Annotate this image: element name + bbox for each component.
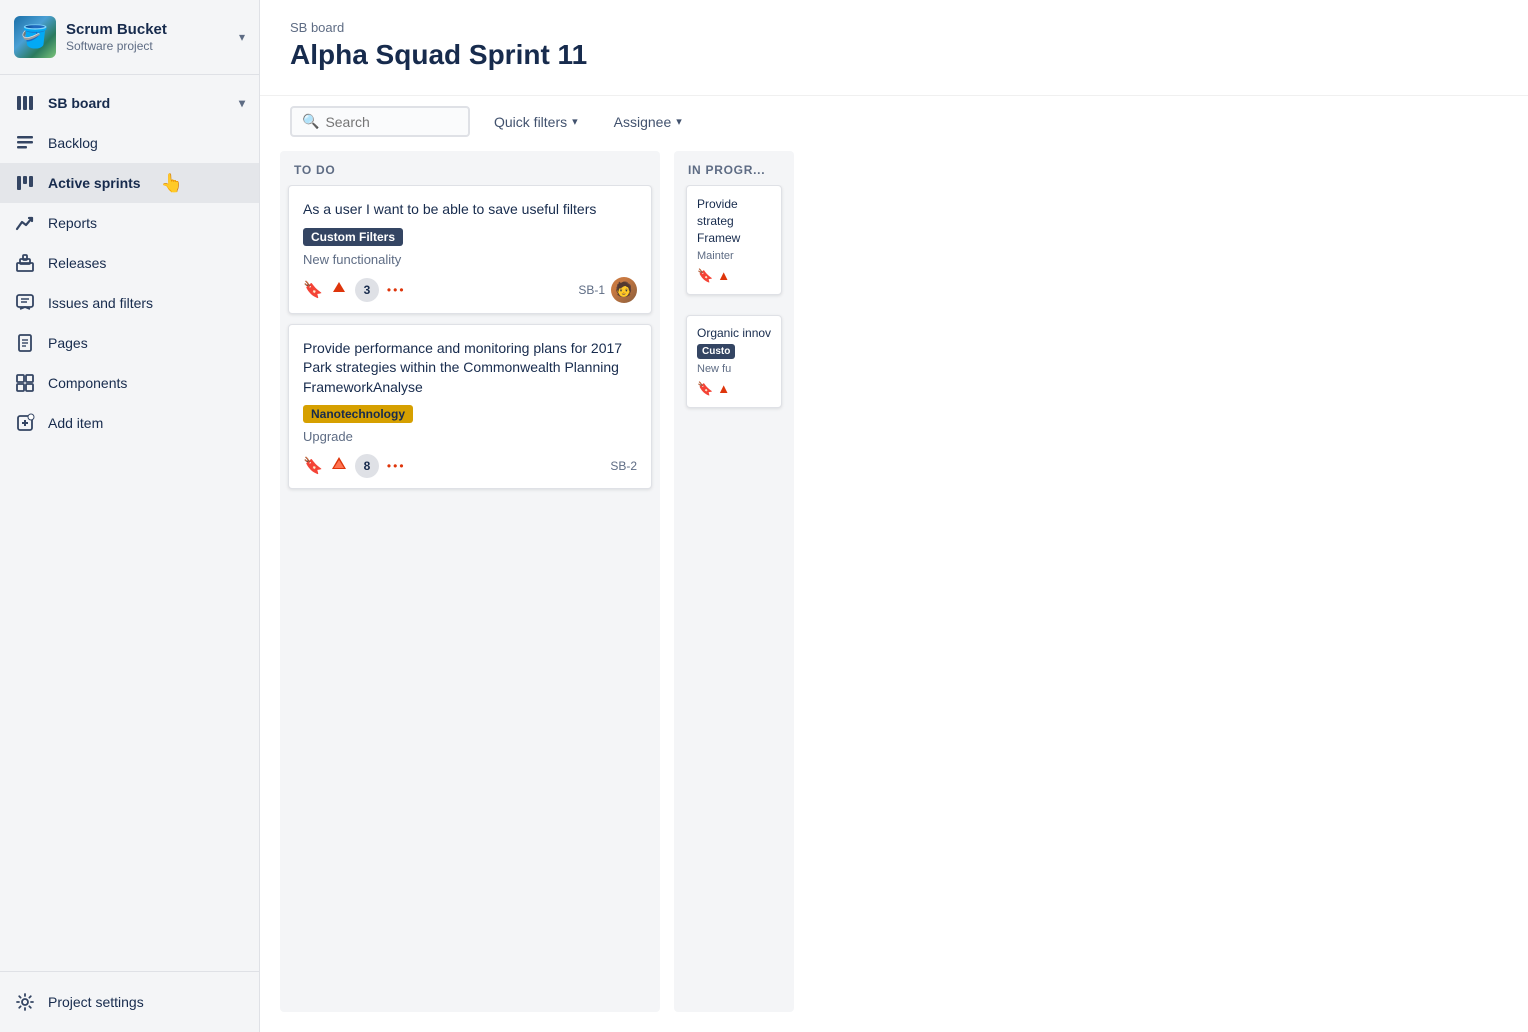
backlog-icon (14, 132, 36, 154)
priority-critical-icon (331, 456, 347, 477)
partial-card-text-2: Organic innovat (697, 326, 771, 340)
gear-icon (14, 991, 36, 1013)
board-area: TO DO As a user I want to be able to sav… (260, 151, 1528, 1032)
card-type: Upgrade (303, 429, 637, 444)
todo-column-cards: As a user I want to be able to save usef… (280, 185, 660, 1012)
sidebar-item-add-item[interactable]: Add item (0, 403, 259, 443)
search-input[interactable] (325, 114, 458, 130)
sidebar-item-label: Components (48, 375, 127, 391)
sidebar-item-label: Reports (48, 215, 97, 231)
partial-card-text: Provide strateg Framew (697, 196, 771, 246)
sidebar-item-label: Backlog (48, 135, 98, 151)
partial-card-subtext: Mainter (697, 250, 771, 262)
partial-card-subtext-2: New fu (697, 363, 771, 375)
sidebar-item-label: Issues and filters (48, 295, 153, 311)
sidebar: 🪣 Scrum Bucket Software project ▾ SB boa… (0, 0, 260, 1032)
card-sb2[interactable]: Provide performance and monitoring plans… (288, 324, 652, 490)
project-dropdown-chevron[interactable]: ▾ (239, 30, 245, 44)
bookmark-icon[interactable]: 🔖 (303, 280, 323, 300)
bookmark-icon[interactable]: 🔖 (303, 456, 323, 476)
sidebar-item-components[interactable]: Components (0, 363, 259, 403)
card-title: As a user I want to be able to save usef… (303, 200, 637, 220)
partial-priority-icon: ▲ (717, 268, 730, 284)
assignee-chevron: ▾ (676, 115, 682, 128)
assignee-avatar: 🧑 (611, 277, 637, 303)
card-tag-custom-filters: Custom Filters (303, 228, 403, 246)
pages-icon (14, 332, 36, 354)
partial-priority-icon-2: ▲ (717, 381, 730, 397)
issues-icon (14, 292, 36, 314)
sidebar-item-backlog[interactable]: Backlog (0, 123, 259, 163)
todo-column: TO DO As a user I want to be able to sav… (280, 151, 660, 1012)
page-title: Alpha Squad Sprint 11 (290, 39, 1498, 71)
in-progress-column: IN PROGR... Provide strateg Framew Maint… (674, 151, 794, 1012)
search-box[interactable]: 🔍 (290, 106, 470, 137)
sidebar-item-label: Active sprints (48, 175, 141, 191)
sidebar-item-project-settings[interactable]: Project settings (0, 982, 259, 1022)
story-points-badge: 3 (355, 278, 379, 302)
partial-tag: Custo (697, 344, 735, 359)
releases-icon (14, 252, 36, 274)
sidebar-item-pages[interactable]: Pages (0, 323, 259, 363)
card-footer: 🔖 3 ••• SB-1 🧑 (303, 277, 637, 303)
partial-card-1[interactable]: Provide strateg Framew Mainter 🔖 ▲ (686, 185, 782, 295)
partial-bookmark-icon-2: 🔖 (697, 381, 713, 397)
story-points-badge: 8 (355, 454, 379, 478)
todo-column-header: TO DO (280, 151, 660, 185)
sidebar-item-label: Project settings (48, 994, 144, 1010)
quick-filters-button[interactable]: Quick filters ▾ (482, 107, 590, 137)
in-progress-column-header: IN PROGR... (674, 151, 794, 185)
card-type: New functionality (303, 252, 637, 267)
sidebar-item-label: Add item (48, 415, 103, 431)
card-id: SB-1 (578, 283, 605, 297)
sidebar-nav: SB board ▾ Backlog A (0, 75, 259, 971)
hand-cursor-indicator: 👆 (161, 173, 183, 194)
assignee-button[interactable]: Assignee ▾ (602, 107, 694, 137)
priority-high-icon (331, 279, 347, 300)
quick-filters-chevron: ▾ (572, 115, 578, 128)
sidebar-item-issues-filters[interactable]: Issues and filters (0, 283, 259, 323)
sidebar-item-label: Pages (48, 335, 88, 351)
main-content: SB board Alpha Squad Sprint 11 🔍 Quick f… (260, 0, 1528, 1032)
card-footer: 🔖 8 ••• SB-2 (303, 454, 637, 478)
sidebar-board-section[interactable]: SB board ▾ (0, 83, 259, 123)
search-icon: 🔍 (302, 113, 319, 130)
project-name: Scrum Bucket (66, 21, 229, 39)
components-icon (14, 372, 36, 394)
sidebar-item-active-sprints[interactable]: Active sprints 👆 (0, 163, 259, 203)
card-id: SB-2 (610, 459, 637, 473)
in-progress-cards: Provide strateg Framew Mainter 🔖 ▲ Organ… (674, 185, 794, 1012)
project-header[interactable]: 🪣 Scrum Bucket Software project ▾ (0, 0, 259, 75)
sidebar-item-releases[interactable]: Releases (0, 243, 259, 283)
partial-bookmark-icon: 🔖 (697, 268, 713, 284)
project-avatar: 🪣 (14, 16, 56, 58)
sidebar-bottom: Project settings (0, 971, 259, 1032)
sidebar-item-reports[interactable]: Reports (0, 203, 259, 243)
board-section-icon (14, 92, 36, 114)
active-sprints-icon (14, 172, 36, 194)
page-header: SB board Alpha Squad Sprint 11 (260, 0, 1528, 96)
card-sb1[interactable]: As a user I want to be able to save usef… (288, 185, 652, 314)
card-menu-dots[interactable]: ••• (387, 283, 406, 297)
add-item-icon (14, 412, 36, 434)
card-tag-nanotechnology: Nanotechnology (303, 405, 413, 423)
board-section-chevron: ▾ (239, 96, 245, 110)
breadcrumb: SB board (290, 20, 1498, 35)
partial-card-2[interactable]: Organic innovat Custo New fu 🔖 ▲ (686, 315, 782, 408)
assignee-label: Assignee (614, 114, 672, 130)
card-menu-dots[interactable]: ••• (387, 459, 406, 473)
toolbar: 🔍 Quick filters ▾ Assignee ▾ (260, 96, 1528, 151)
reports-icon (14, 212, 36, 234)
board-section-label: SB board (48, 95, 110, 111)
card-title: Provide performance and monitoring plans… (303, 339, 637, 398)
project-type: Software project (66, 39, 229, 53)
sidebar-item-label: Releases (48, 255, 106, 271)
quick-filters-label: Quick filters (494, 114, 567, 130)
